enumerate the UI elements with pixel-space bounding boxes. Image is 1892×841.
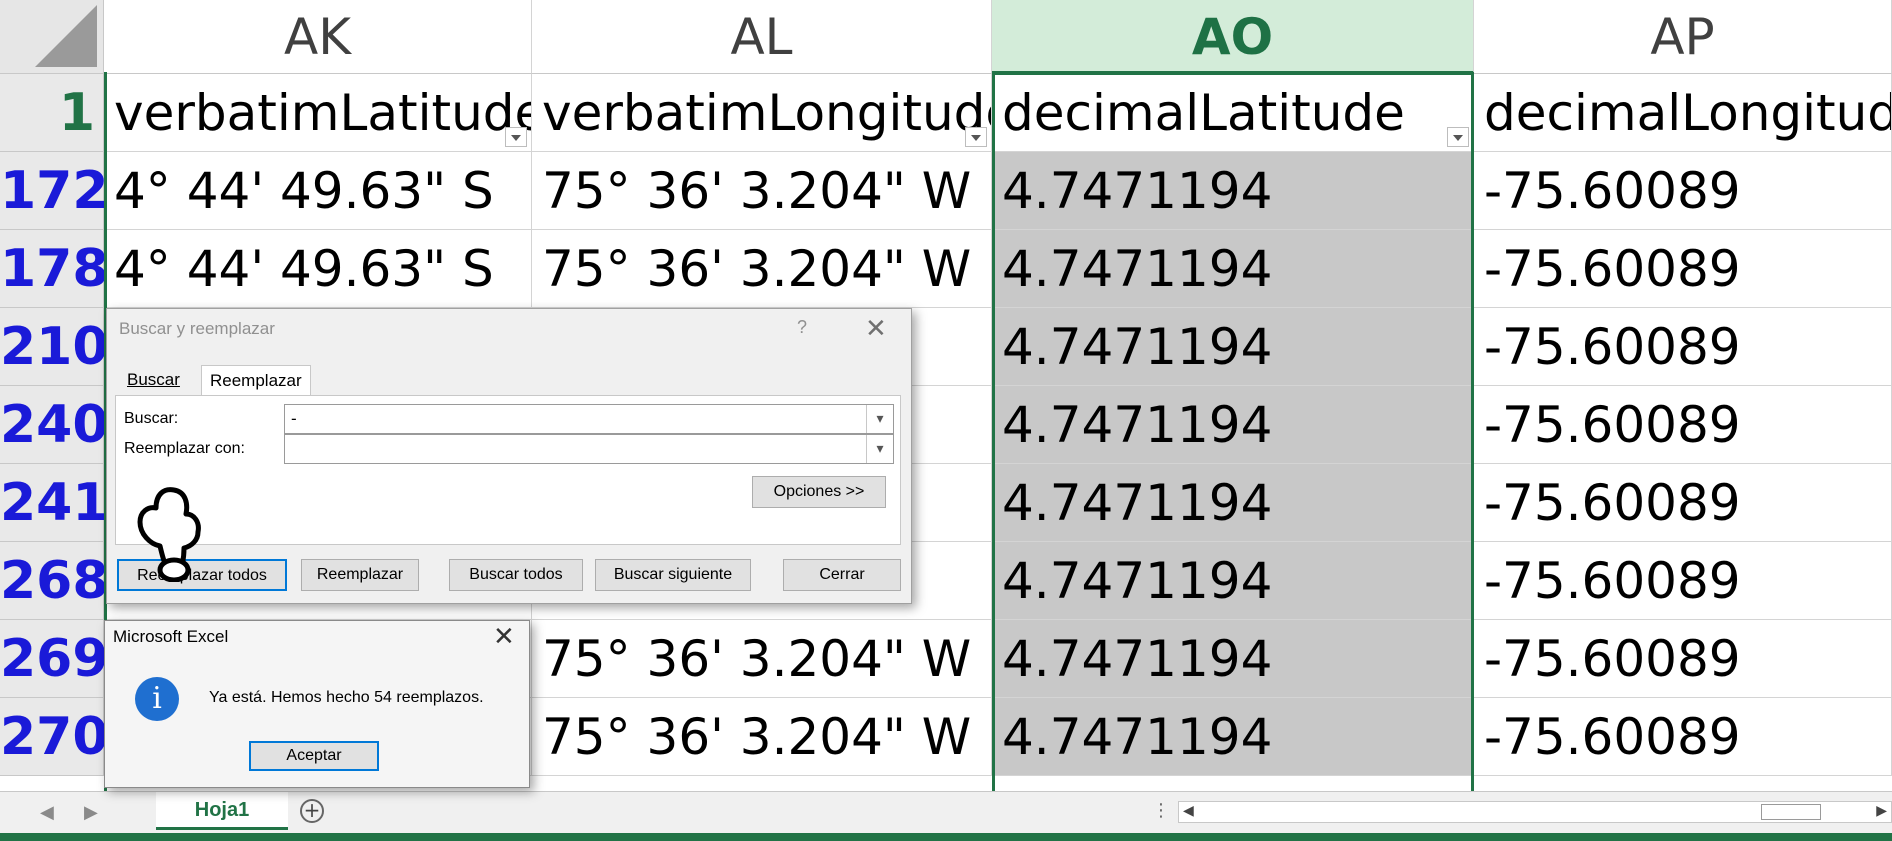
table-cell-ap[interactable]: -75.60089 <box>1474 386 1892 464</box>
select-all-corner[interactable] <box>0 0 104 74</box>
header-label: decimalLatitude <box>1002 84 1405 142</box>
header-cell-decimal-longitude[interactable]: decimalLongitude <box>1474 74 1892 152</box>
table-cell-al[interactable]: 75° 36' 3.204" W <box>532 620 992 698</box>
status-strip <box>0 833 1892 841</box>
replace-button[interactable]: Reemplazar <box>301 559 419 591</box>
close-icon[interactable]: ✕ <box>865 313 887 344</box>
scroll-thumb[interactable] <box>1761 804 1821 820</box>
table-cell-al[interactable]: 75° 36' 3.204" W <box>532 230 992 308</box>
horizontal-scrollbar[interactable]: ◀ ▶ <box>1178 801 1892 823</box>
options-button[interactable]: Opciones >> <box>752 476 886 508</box>
scroll-left-icon[interactable]: ◀ <box>1183 803 1194 819</box>
row-header[interactable]: 241 <box>0 464 109 542</box>
info-icon: i <box>135 677 179 721</box>
column-header-al[interactable]: AL <box>532 0 992 74</box>
chevron-down-icon[interactable]: ▾ <box>866 405 893 433</box>
row-header[interactable]: 270 <box>0 698 109 776</box>
table-cell-ao[interactable]: 4.7471194 <box>992 386 1474 464</box>
row-header-1[interactable]: 1 <box>0 74 104 152</box>
table-cell-ao[interactable]: 4.7471194 <box>992 698 1474 776</box>
replace-input[interactable]: ▾ <box>284 434 894 464</box>
table-cell-ap[interactable]: -75.60089 <box>1474 698 1892 776</box>
message-box: Microsoft Excel ✕ i Ya está. Hemos hecho… <box>104 620 530 788</box>
plus-circle-icon[interactable]: + <box>300 799 324 823</box>
ok-button[interactable]: Aceptar <box>249 741 379 771</box>
tab-reemplazar[interactable]: Reemplazar <box>201 365 311 396</box>
table-cell-ak[interactable]: 4° 44' 49.63" S <box>104 230 532 308</box>
scroll-right-icon[interactable]: ▶ <box>1876 803 1887 819</box>
column-header-ao[interactable]: AO <box>992 0 1474 74</box>
header-cell-verbatim-longitude[interactable]: verbatimLongitude <box>532 74 992 152</box>
tab-buscar[interactable]: Buscar <box>119 365 188 395</box>
filter-dropdown-icon[interactable] <box>965 127 987 147</box>
find-next-button[interactable]: Buscar siguiente <box>595 559 751 591</box>
tab-label: Buscar <box>127 370 180 389</box>
column-header-ap[interactable]: AP <box>1474 0 1892 74</box>
close-button[interactable]: Cerrar <box>783 559 901 591</box>
table-cell-al[interactable]: 75° 36' 3.204" W <box>532 698 992 776</box>
table-cell-ap[interactable]: -75.60089 <box>1474 542 1892 620</box>
header-label: verbatimLatitude <box>114 84 532 142</box>
tab-label: Reemplazar <box>210 371 302 390</box>
column-header-ak[interactable]: AK <box>104 0 532 74</box>
help-icon[interactable]: ? <box>797 317 807 338</box>
find-label: Buscar: <box>124 410 179 427</box>
dialog-title: Buscar y reemplazar <box>119 319 275 338</box>
filter-active-icon[interactable] <box>505 127 527 147</box>
table-cell-ak[interactable]: 4° 44' 49.63" S <box>104 152 532 230</box>
message-text: Ya está. Hemos hecho 54 reemplazos. <box>209 689 484 706</box>
replace-label: Reemplazar con: <box>124 440 245 457</box>
row-header[interactable]: 240 <box>0 386 109 464</box>
table-cell-ap[interactable]: -75.60089 <box>1474 620 1892 698</box>
table-cell-ao[interactable]: 4.7471194 <box>992 620 1474 698</box>
header-cell-decimal-latitude[interactable]: decimalLatitude <box>992 74 1474 152</box>
table-cell-ao[interactable]: 4.7471194 <box>992 230 1474 308</box>
find-all-button[interactable]: Buscar todos <box>449 559 583 591</box>
table-cell-ao[interactable]: 4.7471194 <box>992 308 1474 386</box>
table-cell-ao[interactable]: 4.7471194 <box>992 152 1474 230</box>
table-cell-ap[interactable]: -75.60089 <box>1474 230 1892 308</box>
find-replace-dialog: Buscar y reemplazar ? ✕ Buscar Reemplaza… <box>106 308 912 604</box>
row-header[interactable]: 172 <box>0 152 109 230</box>
table-cell-ao[interactable]: 4.7471194 <box>992 542 1474 620</box>
sheet-tab-bar: ◀ ▶ Hoja1 + ⋮ ◀ ▶ <box>0 791 1892 833</box>
sheet-prev-icon[interactable]: ◀ <box>40 802 54 823</box>
header-cell-verbatim-latitude[interactable]: verbatimLatitude <box>104 74 532 152</box>
find-value: - <box>291 409 297 428</box>
row-header[interactable]: 269 <box>0 620 109 698</box>
table-cell-ap[interactable]: -75.60089 <box>1474 464 1892 542</box>
header-label: verbatimLongitude <box>542 84 992 142</box>
sheet-tab-hoja1[interactable]: Hoja1 <box>156 792 288 830</box>
split-handle-icon[interactable]: ⋮ <box>1152 800 1170 821</box>
table-cell-ao[interactable]: 4.7471194 <box>992 464 1474 542</box>
row-header[interactable]: 210 <box>0 308 109 386</box>
row-header[interactable]: 268 <box>0 542 109 620</box>
chevron-down-icon[interactable]: ▾ <box>866 435 893 463</box>
table-cell-ap[interactable]: -75.60089 <box>1474 152 1892 230</box>
replace-panel: Buscar: - ▾ Reemplazar con: ▾ Opciones >… <box>115 395 901 545</box>
table-cell-ap[interactable]: -75.60089 <box>1474 308 1892 386</box>
close-icon[interactable]: ✕ <box>493 621 515 652</box>
message-box-title: Microsoft Excel <box>113 627 229 646</box>
filter-dropdown-icon[interactable] <box>1447 127 1469 147</box>
header-label: decimalLongitude <box>1484 84 1892 142</box>
table-cell-al[interactable]: 75° 36' 3.204" W <box>532 152 992 230</box>
row-header[interactable]: 178 <box>0 230 109 308</box>
sheet-next-icon[interactable]: ▶ <box>84 802 98 823</box>
find-input[interactable]: - ▾ <box>284 404 894 434</box>
hand-pointer-icon <box>137 487 201 582</box>
